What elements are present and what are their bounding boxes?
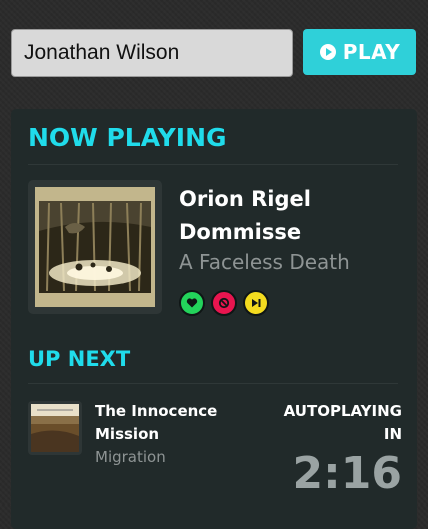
- ban-icon: [218, 297, 230, 309]
- divider: [28, 164, 398, 165]
- ban-button[interactable]: [211, 290, 237, 316]
- up-next-heading: UP NEXT: [28, 347, 131, 371]
- autoplay-countdown: 2:16: [292, 448, 402, 499]
- play-button[interactable]: PLAY: [303, 29, 416, 75]
- album-art: [28, 180, 162, 314]
- skip-button[interactable]: [243, 290, 269, 316]
- up-next-album-art: [28, 401, 82, 455]
- player-panel: NOW PLAYING Orion Rigel Dommisse A Facel…: [11, 109, 417, 529]
- like-button[interactable]: [179, 290, 205, 316]
- skip-forward-icon: [250, 297, 262, 309]
- up-next-artist: The Innocence Mission: [95, 402, 218, 443]
- now-playing-artist: Orion Rigel Dommisse: [179, 187, 311, 244]
- play-circle-icon: [319, 43, 337, 61]
- play-button-label: PLAY: [342, 40, 401, 64]
- divider: [28, 383, 398, 384]
- now-playing-heading: NOW PLAYING: [28, 123, 227, 152]
- autoplay-label: AUTOPLAYING IN: [283, 402, 402, 443]
- heart-icon: [186, 297, 198, 309]
- up-next-song: Migration: [95, 448, 166, 466]
- search-input[interactable]: [11, 29, 293, 77]
- now-playing-song: A Faceless Death: [179, 250, 350, 274]
